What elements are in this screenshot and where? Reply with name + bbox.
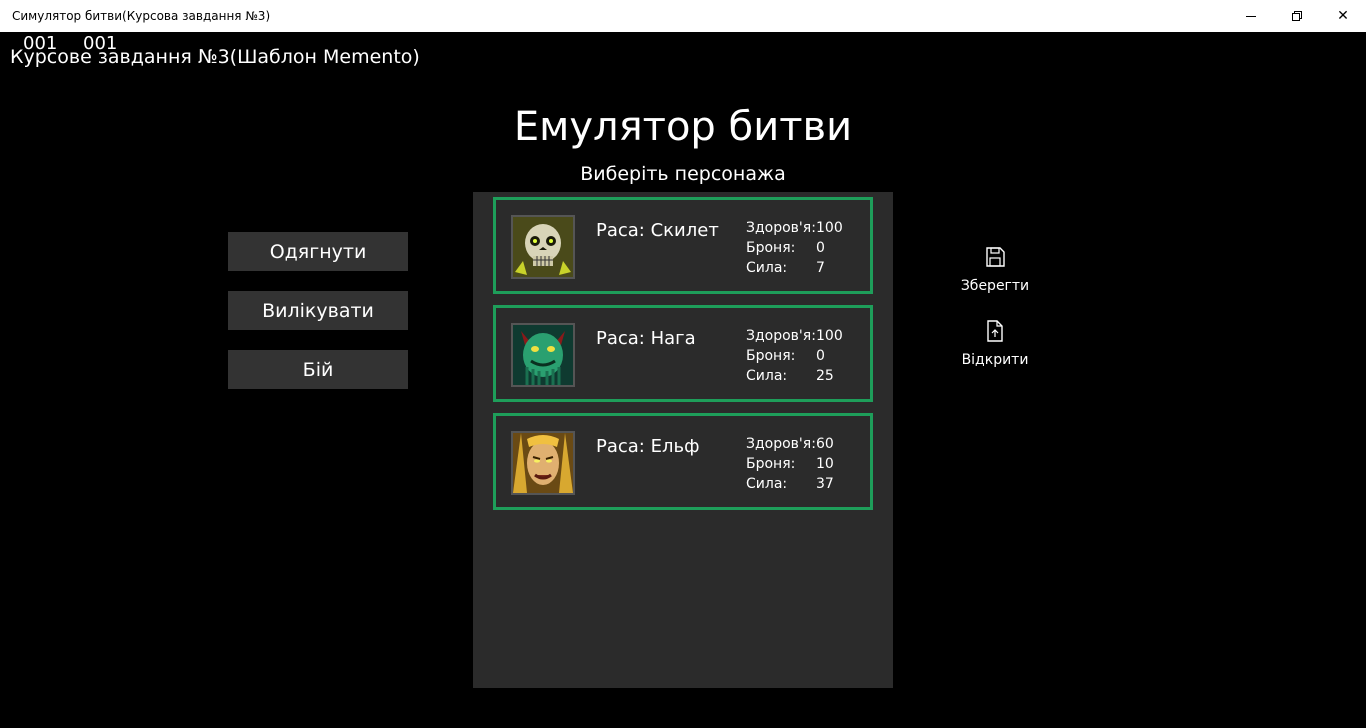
character-list: Раса: Скилет Здоров'я: 100 Броня: 0 Сила: 7… <box>473 192 893 688</box>
armor-label: Броня: <box>746 456 796 472</box>
armor-value: 0 <box>816 240 825 256</box>
close-icon: ✕ <box>1337 8 1349 24</box>
open-label: Відкрити <box>961 352 1029 368</box>
character-stats: Здоров'я: 100 Броня: 0 Сила: 25 <box>746 326 843 386</box>
strength-value: 25 <box>816 368 834 384</box>
open-file-icon <box>987 320 1003 342</box>
health-value: 100 <box>816 328 843 344</box>
window-titlebar: Симулятор битви(Курсова завдання №3) ✕ <box>0 0 1366 32</box>
health-label: Здоров'я: <box>746 220 816 236</box>
window-title: Симулятор битви(Курсова завдання №3) <box>12 9 271 23</box>
character-card-skeleton[interactable]: Раса: Скилет Здоров'я: 100 Броня: 0 Сила: 7 <box>493 197 873 294</box>
restore-icon <box>1292 11 1302 21</box>
open-button[interactable]: Відкрити <box>940 314 1050 376</box>
character-card-naga[interactable]: Раса: Нага Здоров'я: 100 Броня: 0 Сила: 25 <box>493 305 873 402</box>
character-race: Раса: Ельф <box>596 436 700 457</box>
page-title: Емулятор битви <box>513 104 853 150</box>
minimize-icon <box>1246 15 1256 17</box>
heal-button[interactable]: Вилікувати <box>228 291 408 330</box>
fight-button[interactable]: Бій <box>228 350 408 389</box>
strength-value: 37 <box>816 476 834 492</box>
page-subtitle: Виберіть персонажа <box>580 163 786 185</box>
health-label: Здоров'я: <box>746 328 816 344</box>
close-button[interactable]: ✕ <box>1320 0 1366 32</box>
armor-label: Броня: <box>746 348 796 364</box>
strength-label: Сила: <box>746 368 788 384</box>
armor-value: 10 <box>816 456 834 472</box>
strength-label: Сила: <box>746 260 788 276</box>
health-label: Здоров'я: <box>746 436 816 452</box>
skeleton-portrait-icon <box>511 215 575 279</box>
minimize-button[interactable] <box>1228 0 1274 32</box>
naga-portrait-icon <box>511 323 575 387</box>
character-race: Раса: Скилет <box>596 220 719 241</box>
elf-portrait-icon <box>511 431 575 495</box>
character-stats: Здоров'я: 60 Броня: 10 Сила: 37 <box>746 434 834 494</box>
save-icon <box>986 247 1005 267</box>
strength-value: 7 <box>816 260 825 276</box>
restore-button[interactable] <box>1274 0 1320 32</box>
course-title: Курсове завдання №3(Шаблон Memento) <box>10 46 420 68</box>
equip-button[interactable]: Одягнути <box>228 232 408 271</box>
character-stats: Здоров'я: 100 Броня: 0 Сила: 7 <box>746 218 843 278</box>
save-label: Зберегти <box>960 278 1030 294</box>
character-card-elf[interactable]: Раса: Ельф Здоров'я: 60 Броня: 10 Сила: 37 <box>493 413 873 510</box>
health-value: 60 <box>816 436 834 452</box>
frame-counter-1: 001 <box>23 33 58 54</box>
health-value: 100 <box>816 220 843 236</box>
character-race: Раса: Нага <box>596 328 696 349</box>
frame-counter-2: 001 <box>83 33 118 54</box>
save-button[interactable]: Зберегти <box>940 240 1050 302</box>
armor-label: Броня: <box>746 240 796 256</box>
armor-value: 0 <box>816 348 825 364</box>
strength-label: Сила: <box>746 476 788 492</box>
